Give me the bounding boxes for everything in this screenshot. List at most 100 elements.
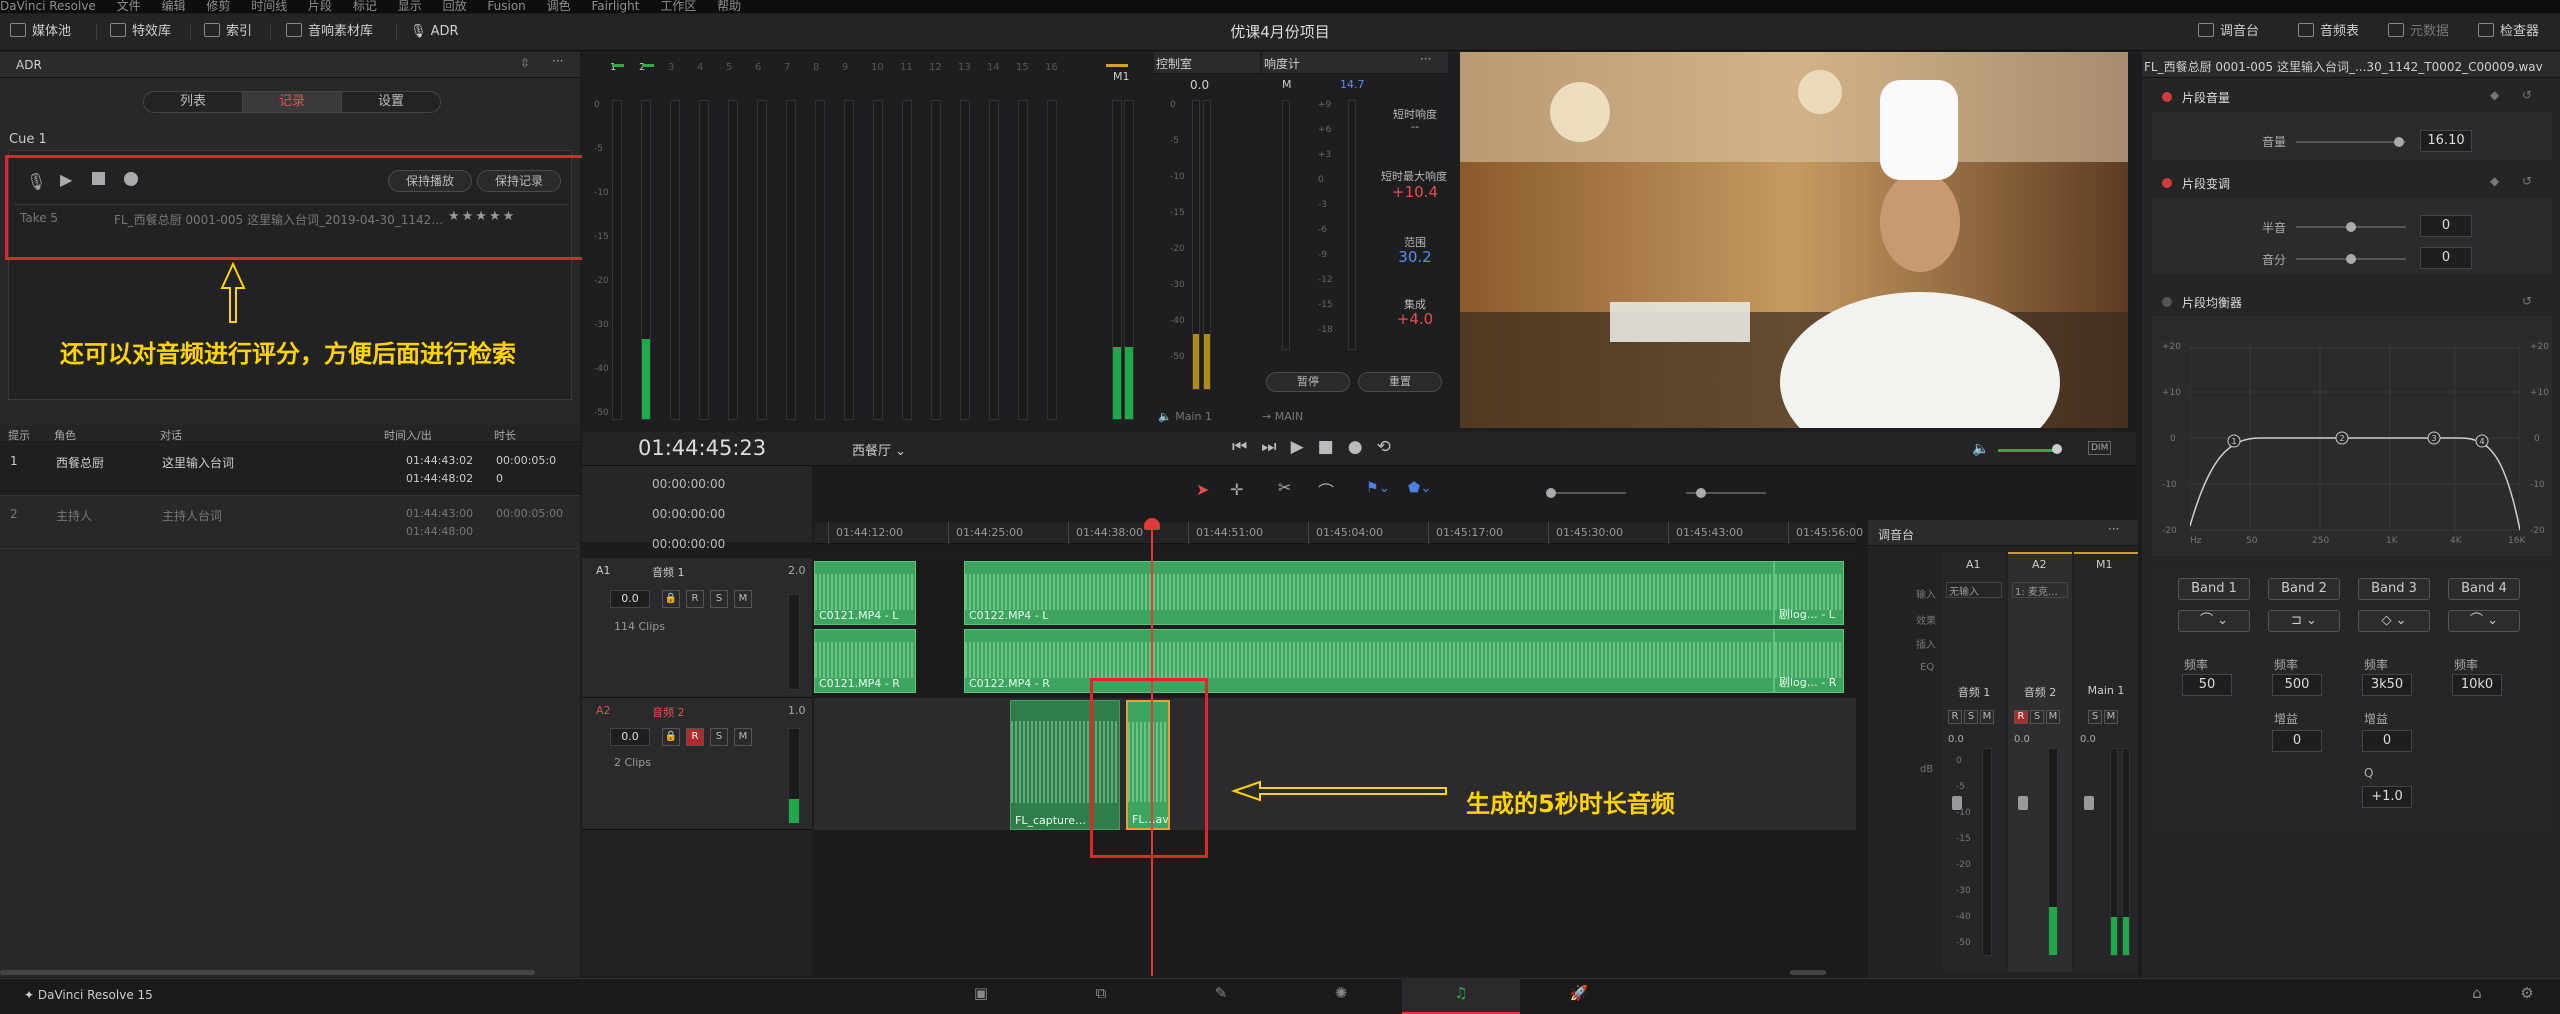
loudness-pause-button[interactable]: 暂停	[1266, 372, 1350, 392]
band-3-q-value[interactable]: +1.0	[2362, 786, 2412, 808]
track-name[interactable]: 音频 1	[652, 564, 685, 580]
mute-button[interactable]: M	[2104, 710, 2118, 724]
input-select-a2[interactable]: 1: 麦克…	[2012, 582, 2068, 598]
timecode-display[interactable]: 01:44:45:23	[638, 436, 766, 460]
snap-icon[interactable]: ⌒	[1318, 478, 1334, 502]
more-options-icon[interactable]: ···	[552, 54, 563, 68]
mixer-more-icon[interactable]: ···	[2108, 522, 2119, 536]
record-arm-button[interactable]: R	[1948, 710, 1962, 724]
menu-clip[interactable]: 片段	[308, 0, 332, 13]
band-3-gain-value[interactable]: 0	[2362, 730, 2412, 752]
keyframe-icon[interactable]: ◆	[2490, 88, 2499, 102]
track-volume[interactable]: 0.0	[610, 590, 650, 608]
solo-button[interactable]: S	[2030, 710, 2044, 724]
mute-button[interactable]: M	[2046, 710, 2060, 724]
tab-settings[interactable]: 设置	[341, 91, 441, 113]
keyframe-icon[interactable]: ◆	[2490, 174, 2499, 188]
clip-volume-toggle[interactable]	[2162, 92, 2172, 102]
adr-button[interactable]: 🎙 ADR	[410, 20, 459, 44]
menu-fusion[interactable]: Fusion	[487, 0, 525, 13]
mixer-button[interactable]: 调音台	[2198, 20, 2259, 44]
reset-icon[interactable]: ↺	[2522, 88, 2532, 102]
mute-button[interactable]: M	[734, 728, 752, 746]
band-4-shape-select[interactable]: ⌒ ⌄	[2448, 610, 2520, 632]
track-name[interactable]: 音频 2	[652, 704, 685, 720]
expand-icon[interactable]: ⇳	[520, 56, 530, 70]
cents-value[interactable]: 0	[2420, 247, 2472, 269]
semitones-knob[interactable]	[2346, 222, 2356, 232]
menu-playback[interactable]: 回放	[443, 0, 467, 13]
band-2-gain-value[interactable]: 0	[2272, 730, 2322, 752]
menu-view[interactable]: 显示	[398, 0, 422, 13]
mute-button[interactable]: M	[734, 590, 752, 608]
band-3-freq-value[interactable]: 3k50	[2362, 674, 2412, 696]
track-volume[interactable]: 0.0	[610, 728, 650, 746]
cents-slider[interactable]	[2296, 254, 2406, 264]
pitch-toggle[interactable]	[2162, 178, 2172, 188]
track-height-knob[interactable]	[1696, 488, 1706, 498]
cue-row-2[interactable]: 2 主持人 主持人台词 01:44:43:00 01:44:48:00 00:0…	[0, 497, 580, 549]
home-icon[interactable]: ⌂	[2466, 982, 2488, 1004]
volume-slider-knob[interactable]	[2394, 137, 2404, 147]
lock-icon[interactable]: 🔒	[662, 728, 680, 746]
audio-clip[interactable]: 剧log… - L	[1774, 561, 1844, 625]
menu-file[interactable]: 文件	[117, 0, 141, 13]
settings-gear-icon[interactable]: ⚙	[2516, 982, 2538, 1004]
cut-page-icon[interactable]: ⧉	[1090, 982, 1112, 1004]
audio-clip[interactable]: C0121.MP4 - R	[814, 629, 916, 693]
index-button[interactable]: 索引	[204, 20, 252, 44]
band-3-shape-select[interactable]: ◇ ⌄	[2358, 610, 2430, 632]
dim-button[interactable]: DIM	[2088, 441, 2112, 455]
marker-shield-icon[interactable]: ⬟⌄	[1408, 480, 1432, 496]
solo-button[interactable]: S	[710, 728, 728, 746]
marker-flag-icon[interactable]: ⚑⌄	[1366, 480, 1390, 496]
band-1-shape-select[interactable]: ⌒ ⌄	[2178, 610, 2250, 632]
razor-icon[interactable]: ✂	[1278, 478, 1291, 497]
metadata-button[interactable]: 元数据	[2388, 20, 2449, 44]
band-2-freq-value[interactable]: 500	[2272, 674, 2322, 696]
tab-list[interactable]: 列表	[143, 91, 243, 113]
video-viewer[interactable]	[1460, 52, 2128, 472]
semitones-slider[interactable]	[2296, 222, 2406, 232]
pointer-tool-icon[interactable]: ➤	[1196, 480, 1209, 499]
solo-button[interactable]: S	[2088, 710, 2102, 724]
reset-icon[interactable]: ↺	[2522, 174, 2532, 188]
inspector-button[interactable]: 检查器	[2478, 20, 2539, 44]
mute-button[interactable]: M	[1980, 710, 1994, 724]
loudness-more-icon[interactable]: ···	[1420, 52, 1431, 66]
band-2-button[interactable]: Band 2	[2268, 578, 2340, 600]
audio-clip[interactable]: C0121.MP4 - L	[814, 561, 916, 625]
band-2-shape-select[interactable]: ⊐ ⌄	[2268, 610, 2340, 632]
semitones-value[interactable]: 0	[2420, 215, 2472, 237]
sound-library-button[interactable]: 音响素材库	[286, 20, 373, 44]
menu-color[interactable]: 调色	[547, 0, 571, 13]
range-tool-icon[interactable]: ✛	[1230, 480, 1243, 499]
playhead-handle[interactable]	[1144, 518, 1160, 530]
timeline-selector[interactable]: 西餐厅 ⌄	[852, 440, 906, 459]
menu-mark[interactable]: 标记	[353, 0, 377, 13]
band-4-button[interactable]: Band 4	[2448, 578, 2520, 600]
record-arm-button[interactable]: R	[686, 728, 704, 746]
media-pool-button[interactable]: 媒体池	[10, 20, 71, 44]
band-4-freq-value[interactable]: 10k0	[2452, 674, 2502, 696]
track-height-slider[interactable]	[1686, 488, 1766, 498]
volume-value[interactable]: 16.10	[2420, 130, 2472, 152]
media-page-icon[interactable]: ▣	[970, 982, 992, 1004]
audio-clip[interactable]: C0122.MP4 - L	[964, 561, 1774, 625]
timeline-ruler[interactable]: 01:44:12:00 01:44:25:00 01:44:38:00 01:44:5…	[814, 522, 1863, 544]
loudness-reset-button[interactable]: 重置	[1358, 372, 1442, 392]
lock-icon[interactable]: 🔒	[662, 590, 680, 608]
volume-slider[interactable]	[1998, 449, 2058, 452]
band-1-button[interactable]: Band 1	[2178, 578, 2250, 600]
record-arm-button[interactable]: R	[686, 590, 704, 608]
fusion-page-icon[interactable]: ✺	[1330, 982, 1352, 1004]
tab-record[interactable]: 记录	[242, 91, 342, 113]
volume-knob[interactable]	[2052, 444, 2062, 454]
adr-scrollbar[interactable]	[0, 970, 535, 975]
fader-m1[interactable]	[2084, 796, 2094, 810]
reset-icon[interactable]: ↺	[2522, 294, 2532, 308]
eq-curve-graph[interactable]: 1 2 3 4	[2190, 346, 2520, 532]
menu-help[interactable]: 帮助	[717, 0, 741, 13]
zoom-slider-knob[interactable]	[1546, 488, 1556, 498]
fairlight-page-icon[interactable]: ♫	[1450, 982, 1472, 1004]
